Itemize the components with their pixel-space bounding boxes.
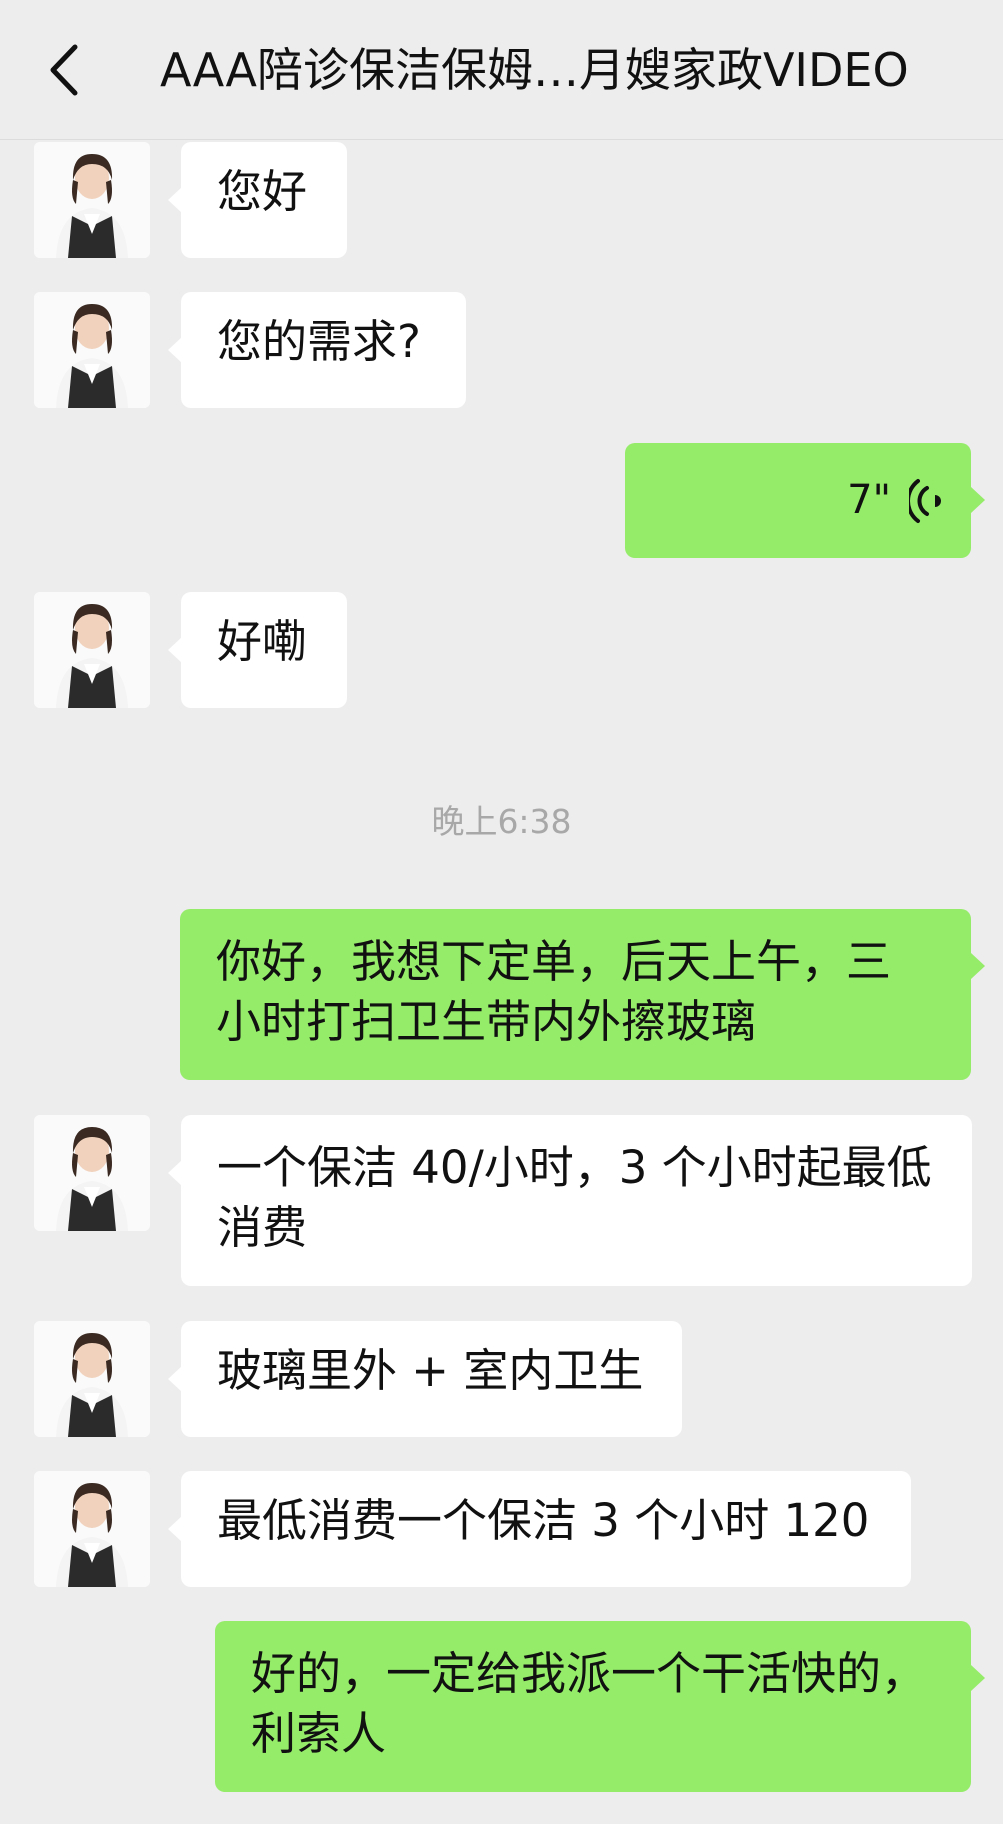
- message-text: 最低消费一个保洁 3 个小时 120: [217, 1494, 870, 1547]
- bubble-tail: [971, 487, 985, 513]
- message-bubble-incoming[interactable]: 您好: [181, 142, 347, 258]
- bubble-tail: [168, 187, 182, 213]
- voice-duration: 7": [847, 477, 891, 523]
- bubble-tail: [168, 337, 182, 363]
- message-text-line: 好的，一定给我派一个干活快的，: [251, 1647, 927, 1700]
- voice-message-bubble[interactable]: 7": [625, 443, 971, 558]
- avatar-woman-icon: [34, 1115, 150, 1231]
- bubble-tail: [971, 1665, 985, 1691]
- message-bubble-incoming[interactable]: 玻璃里外 + 室内卫生: [181, 1321, 682, 1437]
- avatar[interactable]: [34, 1115, 150, 1231]
- message-bubble-incoming[interactable]: 您的需求?: [181, 292, 466, 408]
- chevron-left-icon: [50, 44, 78, 96]
- avatar[interactable]: [34, 142, 150, 258]
- message-bubble-incoming[interactable]: 最低消费一个保洁 3 个小时 120: [181, 1471, 911, 1587]
- message-bubble-outgoing[interactable]: 你好，我想下定单，后天上午，三 小时打扫卫生带内外擦玻璃: [180, 909, 971, 1080]
- voice-wave-icon: [909, 479, 941, 523]
- bubble-tail: [971, 953, 985, 979]
- message-bubble-incoming[interactable]: 一个保洁 40/小时，3 个小时起最低 消费: [181, 1115, 972, 1286]
- bubble-tail: [168, 1160, 182, 1186]
- message-text: 玻璃里外 + 室内卫生: [217, 1344, 644, 1397]
- message-bubble-incoming[interactable]: 好嘞: [181, 592, 347, 708]
- avatar-woman-icon: [34, 142, 150, 258]
- message-text-line: 利索人: [251, 1707, 387, 1760]
- message-text-line: 你好，我想下定单，后天上午，三: [216, 935, 892, 988]
- time-divider: 晚上6:38: [431, 802, 572, 841]
- chat-header: AAA陪诊保洁保姆…月嫂家政VIDEO: [0, 0, 1003, 140]
- bubble-tail: [168, 1366, 182, 1392]
- avatar[interactable]: [34, 1321, 150, 1437]
- chat-screen: AAA陪诊保洁保姆…月嫂家政VIDEO 您好 您的需求? 7" 好嘞 晚上6:3…: [0, 0, 1003, 1824]
- avatar-woman-icon: [34, 292, 150, 408]
- chat-title: AAA陪诊保洁保姆…月嫂家政VIDEO: [160, 43, 909, 97]
- message-text: 好嘞: [217, 615, 308, 668]
- avatar-woman-icon: [34, 592, 150, 708]
- bubble-tail: [168, 637, 182, 663]
- message-bubble-outgoing[interactable]: 好的，一定给我派一个干活快的， 利索人: [215, 1621, 971, 1792]
- message-text-line: 小时打扫卫生带内外擦玻璃: [216, 995, 757, 1048]
- message-text-line: 消费: [217, 1201, 308, 1254]
- back-button[interactable]: [34, 32, 94, 108]
- avatar-woman-icon: [34, 1471, 150, 1587]
- avatar[interactable]: [34, 592, 150, 708]
- bubble-tail: [168, 1516, 182, 1542]
- message-text: 您的需求?: [217, 315, 421, 368]
- avatar[interactable]: [34, 292, 150, 408]
- message-text-line: 一个保洁 40/小时，3 个小时起最低: [217, 1141, 932, 1194]
- message-text: 您好: [217, 165, 308, 218]
- avatar-woman-icon: [34, 1321, 150, 1437]
- avatar[interactable]: [34, 1471, 150, 1587]
